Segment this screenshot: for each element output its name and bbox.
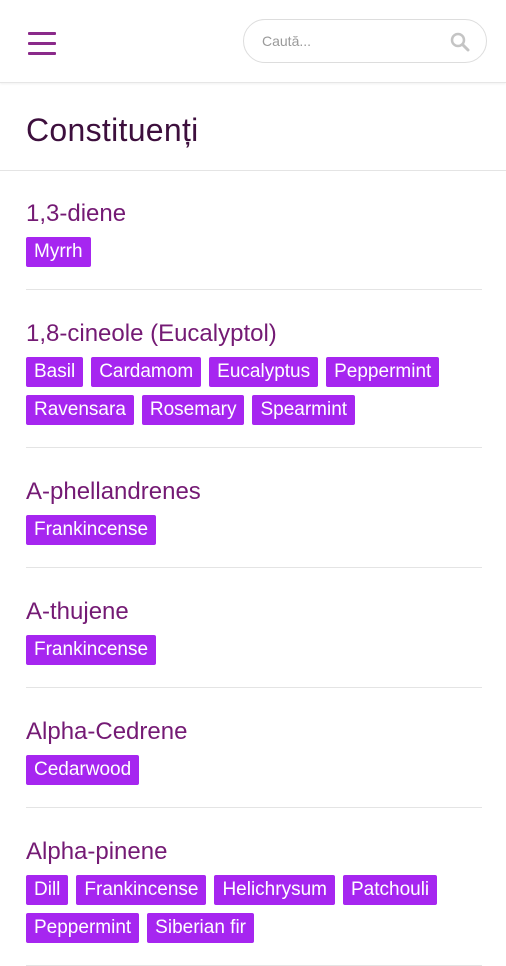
constituent-group: Alpha-pinene Dill Frankincense Helichrysum P… (26, 808, 482, 966)
search-icon[interactable] (450, 32, 470, 52)
oil-tag[interactable]: Patchouli (342, 875, 438, 905)
oil-tag[interactable]: Peppermint (26, 913, 140, 943)
constituent-group: Alpha-Cedrene Cedarwood (26, 688, 482, 808)
hamburger-menu-icon[interactable] (26, 32, 58, 60)
oil-tag[interactable]: Siberian fir (147, 913, 254, 943)
constituent-name[interactable]: A-phellandrenes (26, 478, 482, 506)
oil-tag[interactable]: Spearmint (252, 395, 356, 425)
constituent-group: 1,8-cineole (Eucalyptol) Basil Cardamom Euc… (26, 290, 482, 448)
oil-tag[interactable]: Eucalyptus (209, 357, 319, 387)
app-header (0, 0, 506, 83)
oil-tag[interactable]: Frankincense (26, 635, 157, 665)
oil-tag[interactable]: Peppermint (326, 357, 440, 387)
constituent-name[interactable]: Alpha-pinene (26, 838, 482, 866)
oil-tag[interactable]: Cedarwood (26, 755, 140, 785)
oil-tag-list: Cedarwood (26, 755, 482, 785)
constituent-name[interactable]: 1,3-diene (26, 200, 482, 228)
constituents-list: 1,3-diene Myrrh 1,8-cineole (Eucalyptol) Ba… (26, 170, 482, 966)
constituent-name[interactable]: A-thujene (26, 598, 482, 626)
oil-tag-list: Frankincense (26, 635, 482, 665)
constituent-group: A-phellandrenes Frankincense (26, 448, 482, 568)
page-title-bar: Constituenți (0, 84, 506, 171)
search-box[interactable] (243, 19, 487, 63)
constituent-group: 1,3-diene Myrrh (26, 170, 482, 290)
oil-tag-list: Frankincense (26, 515, 482, 545)
oil-tag[interactable]: Helichrysum (214, 875, 335, 905)
constituent-name[interactable]: 1,8-cineole (Eucalyptol) (26, 320, 482, 348)
oil-tag[interactable]: Dill (26, 875, 69, 905)
constituent-name[interactable]: Alpha-Cedrene (26, 718, 482, 746)
oil-tag[interactable]: Frankincense (26, 515, 157, 545)
page-title: Constituenți (26, 112, 199, 148)
constituent-group: A-thujene Frankincense (26, 568, 482, 688)
search-input[interactable] (262, 31, 432, 51)
oil-tag[interactable]: Rosemary (141, 395, 245, 425)
oil-tag[interactable]: Frankincense (76, 875, 207, 905)
oil-tag[interactable]: Myrrh (26, 237, 91, 267)
oil-tag-list: Dill Frankincense Helichrysum Patchouli Pepp… (26, 875, 482, 943)
oil-tag[interactable]: Basil (26, 357, 84, 387)
oil-tag-list: Basil Cardamom Eucalyptus Peppermint Ravensa… (26, 357, 482, 425)
oil-tag-list: Myrrh (26, 237, 482, 267)
oil-tag[interactable]: Ravensara (26, 395, 134, 425)
oil-tag[interactable]: Cardamom (91, 357, 202, 387)
